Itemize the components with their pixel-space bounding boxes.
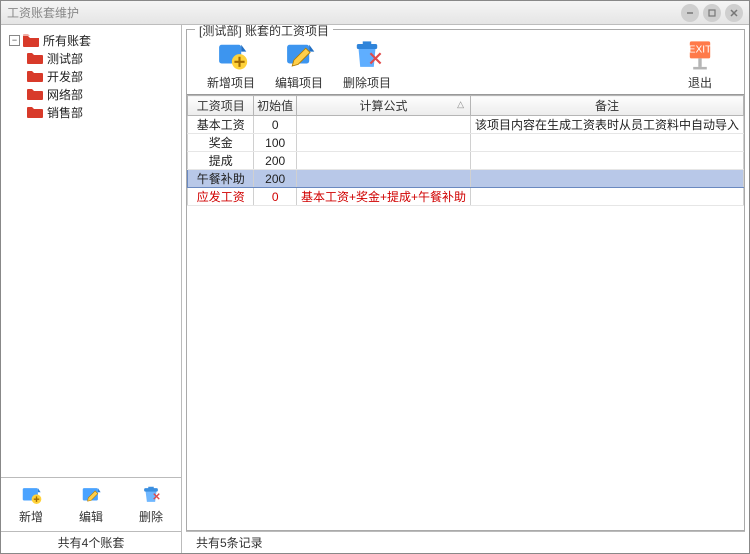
tree-root-label: 所有账套: [43, 32, 91, 49]
table-cell: [296, 134, 470, 152]
table-cell: 该项目内容在生成工资表时从员工资料中自动导入: [470, 116, 743, 134]
table-cell: [296, 170, 470, 188]
expand-toggle-icon[interactable]: −: [9, 35, 20, 46]
right-status-bar: 共有5条记录: [186, 531, 745, 553]
left-add-button[interactable]: 新增: [6, 484, 56, 525]
tree-item-3[interactable]: 销售部: [5, 103, 177, 121]
table-cell: 提成: [188, 152, 254, 170]
group-label: [测试部] 账套的工资项目: [195, 25, 333, 39]
table-cell: [470, 152, 743, 170]
main-toolbar: 新增项目 编辑项目 删除项目 EXIT 退出: [187, 30, 744, 94]
minimize-button[interactable]: [681, 4, 699, 22]
table-cell: 200: [254, 152, 297, 170]
tree-root[interactable]: − 所有账套: [5, 31, 177, 49]
folder-icon: [27, 105, 43, 119]
exit-button[interactable]: EXIT 退出: [666, 38, 734, 91]
titlebar: 工资账套维护: [1, 1, 749, 25]
add-icon: [20, 484, 42, 506]
left-toolbar: 新增 编辑 删除: [1, 477, 181, 531]
delete-icon: [140, 484, 162, 506]
table-cell: 200: [254, 170, 297, 188]
left-panel: − 所有账套 测试部 开发部 网络部 销售部: [1, 25, 182, 553]
app-window: 工资账套维护 − 所有账套 测试部 开发部: [0, 0, 750, 554]
table-row[interactable]: 应发工资0基本工资+奖金+提成+午餐补助: [188, 188, 744, 206]
tree-item-label: 网络部: [47, 86, 83, 103]
add-item-button[interactable]: 新增项目: [197, 38, 265, 91]
folder-icon: [27, 69, 43, 83]
account-tree: − 所有账套 测试部 开发部 网络部 销售部: [1, 25, 181, 477]
delete-item-icon: [350, 38, 384, 72]
exit-icon: EXIT: [683, 38, 717, 72]
left-edit-label: 编辑: [79, 508, 103, 525]
svg-text:EXIT: EXIT: [689, 44, 712, 55]
delete-item-label: 删除项目: [343, 74, 391, 91]
table-cell: 奖金: [188, 134, 254, 152]
edit-item-button[interactable]: 编辑项目: [265, 38, 333, 91]
left-edit-button[interactable]: 编辑: [66, 484, 116, 525]
delete-item-button[interactable]: 删除项目: [333, 38, 401, 91]
exit-label: 退出: [688, 74, 712, 91]
folder-open-icon: [23, 33, 39, 47]
edit-icon: [80, 484, 102, 506]
table-cell: [296, 152, 470, 170]
edit-item-icon: [282, 38, 316, 72]
left-delete-button[interactable]: 删除: [126, 484, 176, 525]
folder-icon: [27, 51, 43, 65]
left-delete-label: 删除: [139, 508, 163, 525]
table-cell: [470, 170, 743, 188]
table-cell: 应发工资: [188, 188, 254, 206]
table-cell: 0: [254, 116, 297, 134]
table-cell: 0: [254, 188, 297, 206]
edit-item-label: 编辑项目: [275, 74, 323, 91]
tree-item-label: 测试部: [47, 50, 83, 67]
col-header-note[interactable]: 备注: [470, 96, 743, 116]
table-cell: [470, 134, 743, 152]
left-status-bar: 共有4个账套: [1, 531, 181, 553]
add-item-label: 新增项目: [207, 74, 255, 91]
table-row[interactable]: 奖金100: [188, 134, 744, 152]
tree-item-label: 开发部: [47, 68, 83, 85]
add-item-icon: [214, 38, 248, 72]
maximize-button[interactable]: [703, 4, 721, 22]
table-cell: [470, 188, 743, 206]
table-row[interactable]: 午餐补助200: [188, 170, 744, 188]
table-row[interactable]: 提成200: [188, 152, 744, 170]
table-cell: 基本工资: [188, 116, 254, 134]
table-cell: 基本工资+奖金+提成+午餐补助: [296, 188, 470, 206]
tree-item-2[interactable]: 网络部: [5, 85, 177, 103]
tree-item-0[interactable]: 测试部: [5, 49, 177, 67]
table-row[interactable]: 基本工资0 该项目内容在生成工资表时从员工资料中自动导入: [188, 116, 744, 134]
col-header-init[interactable]: 初始值: [254, 96, 297, 116]
right-panel: [测试部] 账套的工资项目 新增项目 编辑项目 删除项目: [182, 25, 749, 553]
table-cell: [296, 116, 470, 134]
salary-grid[interactable]: 工资项目 初始值 计算公式 备注 基本工资0该项目内容在生成工资表时从员工资料中…: [187, 94, 744, 530]
col-header-name[interactable]: 工资项目: [188, 96, 254, 116]
table-cell: 100: [254, 134, 297, 152]
table-cell: 午餐补助: [188, 170, 254, 188]
tree-item-1[interactable]: 开发部: [5, 67, 177, 85]
col-header-formula[interactable]: 计算公式: [296, 96, 470, 116]
left-add-label: 新增: [19, 508, 43, 525]
window-title: 工资账套维护: [7, 4, 79, 21]
folder-icon: [27, 87, 43, 101]
salary-items-group: [测试部] 账套的工资项目 新增项目 编辑项目 删除项目: [186, 29, 745, 531]
close-button[interactable]: [725, 4, 743, 22]
tree-item-label: 销售部: [47, 104, 83, 121]
